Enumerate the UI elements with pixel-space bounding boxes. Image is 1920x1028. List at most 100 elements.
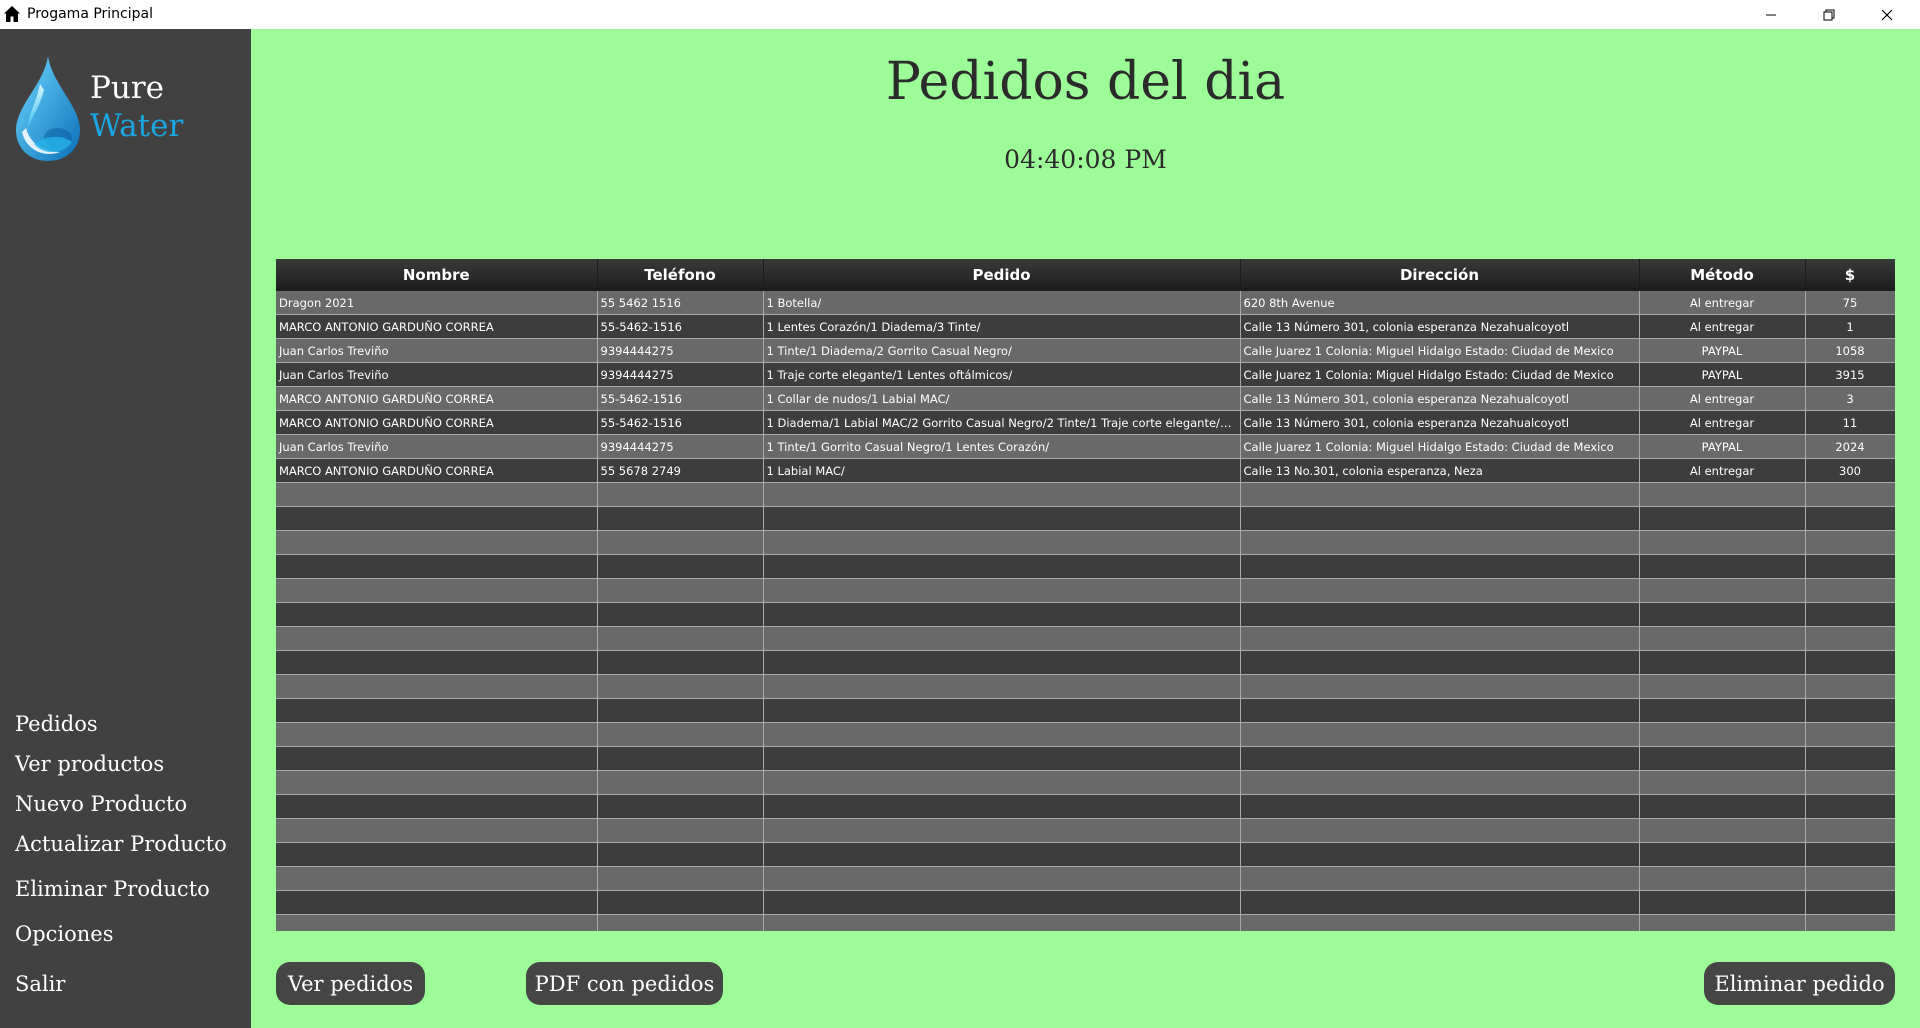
empty-table-row[interactable] [276, 698, 1895, 723]
empty-table-row[interactable] [276, 914, 1895, 931]
table-cell [1639, 650, 1806, 675]
minimize-button[interactable] [1742, 0, 1800, 29]
table-cell [1240, 530, 1640, 555]
table-cell [1639, 818, 1806, 843]
table-row[interactable]: Juan Carlos Treviño 9394444275 1 Tinte/1 D… [276, 338, 1895, 363]
table-cell [276, 746, 598, 771]
table-cell [1639, 866, 1806, 891]
table-cell [1639, 602, 1806, 627]
empty-table-row[interactable] [276, 818, 1895, 843]
eliminar-pedido-button[interactable]: Eliminar pedido [1704, 962, 1895, 1005]
nav-ver-productos[interactable]: Ver productos [15, 752, 164, 776]
home-icon [4, 6, 20, 22]
table-cell [276, 482, 598, 507]
empty-table-row[interactable] [276, 650, 1895, 675]
table-cell [276, 554, 598, 579]
table-cell [1805, 482, 1895, 507]
table-cell [763, 866, 1241, 891]
pdf-pedidos-button[interactable]: PDF con pedidos [526, 962, 723, 1005]
table-cell [276, 626, 598, 651]
close-icon [1881, 9, 1893, 20]
table-cell: PAYPAL [1639, 362, 1806, 387]
empty-table-row[interactable] [276, 626, 1895, 651]
empty-table-row[interactable] [276, 842, 1895, 867]
table-cell [1240, 578, 1640, 603]
table-cell: MARCO ANTONIO GARDUÑO CORREA [276, 386, 598, 411]
empty-table-row[interactable] [276, 578, 1895, 603]
column-header-nombre[interactable]: Nombre [276, 259, 598, 291]
table-cell [1805, 746, 1895, 771]
empty-table-row[interactable] [276, 530, 1895, 555]
empty-table-row[interactable] [276, 770, 1895, 795]
table-cell [597, 578, 764, 603]
restore-button[interactable] [1800, 0, 1858, 29]
column-header-telefono[interactable]: Teléfono [597, 259, 764, 291]
table-cell: Al entregar [1639, 410, 1806, 435]
table-cell: MARCO ANTONIO GARDUÑO CORREA [276, 410, 598, 435]
table-cell [1805, 770, 1895, 795]
empty-table-row[interactable] [276, 890, 1895, 915]
table-cell: 9394444275 [597, 434, 764, 459]
table-row[interactable]: MARCO ANTONIO GARDUÑO CORREA 55-5462-1516… [276, 314, 1895, 339]
brand-line-2: Water [90, 108, 184, 144]
close-button[interactable] [1858, 0, 1916, 29]
table-cell: Calle 13 Número 301, colonia esperanza N… [1240, 386, 1640, 411]
table-cell [763, 530, 1241, 555]
table-cell [1240, 866, 1640, 891]
table-cell: Calle Juarez 1 Colonia: Miguel Hidalgo E… [1240, 362, 1640, 387]
table-cell: 3915 [1805, 362, 1895, 387]
table-cell [1805, 818, 1895, 843]
table-row[interactable]: Juan Carlos Treviño 9394444275 1 Traje cor… [276, 362, 1895, 387]
table-row[interactable]: MARCO ANTONIO GARDUÑO CORREA 55-5462-1516… [276, 410, 1895, 435]
table-cell [597, 602, 764, 627]
nav-pedidos[interactable]: Pedidos [15, 712, 98, 736]
table-cell [276, 890, 598, 915]
table-cell [1639, 554, 1806, 579]
table-cell: 1 Tinte/1 Diadema/2 Gorrito Casual Negro… [763, 338, 1241, 363]
empty-table-row[interactable] [276, 506, 1895, 531]
table-cell: 55-5462-1516 [597, 410, 764, 435]
column-header-metodo[interactable]: Método [1639, 259, 1806, 291]
table-cell [276, 602, 598, 627]
empty-table-row[interactable] [276, 866, 1895, 891]
table-cell [1240, 626, 1640, 651]
table-cell [597, 770, 764, 795]
empty-table-row[interactable] [276, 482, 1895, 507]
empty-table-row[interactable] [276, 794, 1895, 819]
table-cell [1639, 506, 1806, 531]
column-header-pedido[interactable]: Pedido [763, 259, 1241, 291]
ver-pedidos-button[interactable]: Ver pedidos [276, 962, 425, 1005]
table-cell [1240, 674, 1640, 699]
empty-table-row[interactable] [276, 722, 1895, 747]
nav-eliminar-producto[interactable]: Eliminar Producto [15, 877, 210, 901]
table-row[interactable]: Juan Carlos Treviño 9394444275 1 Tinte/1 G… [276, 434, 1895, 459]
empty-table-row[interactable] [276, 674, 1895, 699]
nav-nuevo-producto[interactable]: Nuevo Producto [15, 792, 187, 816]
table-cell [1639, 698, 1806, 723]
table-cell: Al entregar [1639, 386, 1806, 411]
table-cell [763, 770, 1241, 795]
table-cell: 55-5462-1516 [597, 314, 764, 339]
table-cell [276, 770, 598, 795]
empty-table-row[interactable] [276, 602, 1895, 627]
table-cell [763, 842, 1241, 867]
nav-actualizar-producto[interactable]: Actualizar Producto [15, 832, 227, 856]
table-cell: 55-5462-1516 [597, 386, 764, 411]
table-row[interactable]: Dragon 2021 55 5462 1516 1 Botella/620 8th… [276, 291, 1895, 315]
nav-opciones[interactable]: Opciones [15, 922, 114, 946]
table-row[interactable]: MARCO ANTONIO GARDUÑO CORREA 55 5678 2749… [276, 458, 1895, 483]
table-cell: 75 [1805, 291, 1895, 315]
empty-table-row[interactable] [276, 554, 1895, 579]
nav-salir[interactable]: Salir [15, 972, 65, 996]
empty-table-row[interactable] [276, 746, 1895, 771]
column-header-direccion[interactable]: Dirección [1240, 259, 1640, 291]
table-cell: Juan Carlos Treviño [276, 362, 598, 387]
table-cell [1639, 674, 1806, 699]
table-row[interactable]: MARCO ANTONIO GARDUÑO CORREA 55-5462-1516… [276, 386, 1895, 411]
table-cell [1639, 890, 1806, 915]
table-cell [763, 506, 1241, 531]
table-body: Dragon 2021 55 5462 1516 1 Botella/620 8th… [276, 291, 1895, 931]
orders-table[interactable]: Nombre Teléfono Pedido Dirección Método … [276, 259, 1895, 931]
column-header-total[interactable]: $ [1805, 259, 1895, 291]
table-cell [1805, 794, 1895, 819]
